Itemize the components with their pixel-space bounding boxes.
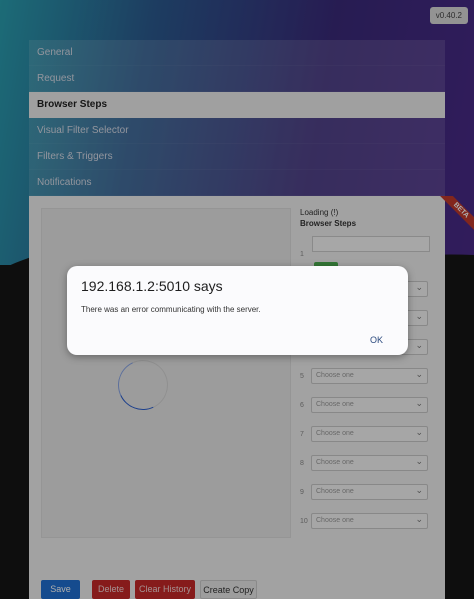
alert-dialog: 192.168.1.2:5010 says There was an error… xyxy=(67,266,408,355)
dialog-ok-button[interactable]: OK xyxy=(370,335,383,345)
dialog-title: 192.168.1.2:5010 says xyxy=(81,278,223,294)
dialog-message: There was an error communicating with th… xyxy=(81,305,261,314)
